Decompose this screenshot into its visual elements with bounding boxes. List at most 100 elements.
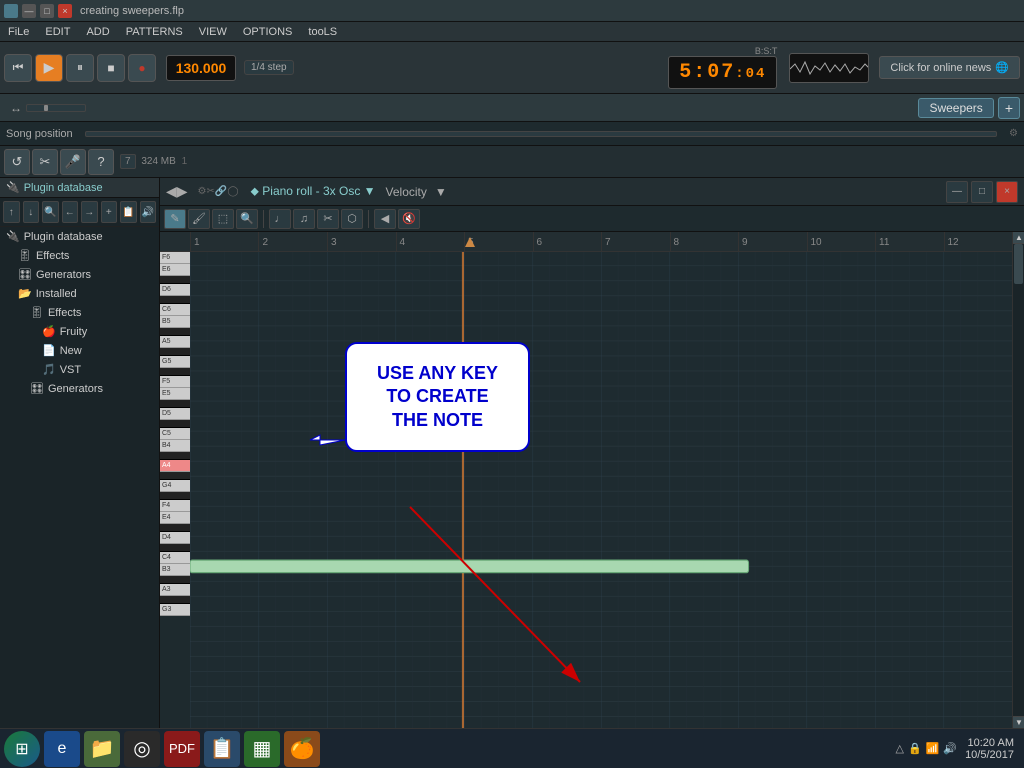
key-ab3[interactable] (160, 596, 190, 604)
key-eb4[interactable] (160, 524, 190, 532)
menu-patterns[interactable]: PATTERNS (122, 24, 187, 40)
key-g3[interactable]: G3 (160, 604, 190, 616)
sweepers-add-button[interactable]: + (998, 97, 1020, 119)
key-b4[interactable]: B4 (160, 440, 190, 452)
key-b3[interactable]: B3 (160, 564, 190, 576)
pr-tool-select[interactable]: ⬚ (212, 209, 234, 229)
nav-next[interactable]: → (81, 201, 98, 223)
sidebar-item-installed[interactable]: 📂 Installed (0, 284, 159, 303)
key-ab4[interactable] (160, 472, 190, 480)
sidebar-item-generators2[interactable]: 🎛 Generators (0, 379, 159, 398)
key-eb6[interactable] (160, 276, 190, 284)
sidebar-item-fruity[interactable]: 🍎 Fruity (0, 322, 159, 341)
taskbar-fruity[interactable]: 🍊 (284, 731, 320, 767)
nav-prev[interactable]: ← (62, 201, 79, 223)
key-c6[interactable]: C6 (160, 304, 190, 316)
pause-button[interactable]: ⏸ (66, 54, 94, 82)
key-b5[interactable]: B5 (160, 316, 190, 328)
close-button[interactable]: × (58, 4, 72, 18)
maximize-button[interactable]: □ (40, 4, 54, 18)
key-d5[interactable]: D5 (160, 408, 190, 420)
sidebar-item-new[interactable]: 📄 New (0, 341, 159, 360)
pr-close[interactable]: × (996, 181, 1018, 203)
pr-tool-cut[interactable]: ✂ (317, 209, 339, 229)
bpm-display[interactable]: 130.000 (166, 55, 236, 81)
key-a4[interactable]: A4 (160, 460, 190, 472)
key-fs4[interactable] (160, 492, 190, 500)
taskbar-ie[interactable]: e (44, 731, 80, 767)
pr-tool-zoom[interactable]: 🔍 (236, 209, 258, 229)
nav-copy[interactable]: 📋 (120, 201, 137, 223)
tool-refresh[interactable]: ↺ (4, 149, 30, 175)
key-cs5[interactable] (160, 420, 190, 428)
nav-search[interactable]: 🔍 (42, 201, 59, 223)
menu-tools[interactable]: tooLS (304, 24, 341, 40)
taskbar-app6[interactable]: ▦ (244, 731, 280, 767)
menu-view[interactable]: VIEW (195, 24, 231, 40)
sidebar-item-effects-1[interactable]: 🎚 Effects (0, 246, 159, 265)
pr-tool-cursor[interactable]: ✎ (164, 209, 186, 229)
key-bb4[interactable] (160, 452, 190, 460)
key-c5[interactable]: C5 (160, 428, 190, 440)
key-f5[interactable]: F5 (160, 376, 190, 388)
taskbar-app5[interactable]: 📋 (204, 731, 240, 767)
sidebar-item-plugin-database[interactable]: 🔌 Plugin database (0, 227, 159, 246)
play-button[interactable]: ▶ (35, 54, 63, 82)
tool-cut[interactable]: ✂ (32, 149, 58, 175)
pr-tool-note[interactable]: ♩ (269, 209, 291, 229)
minimize-button[interactable]: — (22, 4, 36, 18)
grid-content[interactable]: USE ANY KEY TO CREATE THE NOTE (190, 252, 1012, 728)
step-label[interactable]: 1/4 step (244, 60, 294, 75)
menu-options[interactable]: OPTIONS (239, 24, 297, 40)
menu-file[interactable]: FiLe (4, 24, 33, 40)
key-e5[interactable]: E5 (160, 388, 190, 400)
pr-tool-chord[interactable]: ♫ (293, 209, 315, 229)
nav-add[interactable]: + (101, 201, 118, 223)
nav-up[interactable]: ↑ (3, 201, 20, 223)
pr-tool-paint[interactable]: 🖌 (188, 209, 210, 229)
pr-maximize[interactable]: □ (971, 181, 993, 203)
menu-add[interactable]: ADD (82, 24, 113, 40)
scroll-down-button[interactable]: ▼ (1013, 716, 1024, 728)
key-g4[interactable]: G4 (160, 480, 190, 492)
online-news-button[interactable]: Click for online news 🌐 (879, 56, 1020, 79)
taskbar-explorer[interactable]: 📁 (84, 731, 120, 767)
key-e4[interactable]: E4 (160, 512, 190, 524)
key-bb5[interactable] (160, 328, 190, 336)
key-fs5[interactable] (160, 368, 190, 376)
pr-tool-glue[interactable]: ⬡ (341, 209, 363, 229)
record-button[interactable]: ● (128, 54, 156, 82)
key-e6[interactable]: E6 (160, 264, 190, 276)
start-button[interactable]: ⊞ (4, 731, 40, 767)
nav-audio[interactable]: 🔊 (140, 201, 157, 223)
key-cs4[interactable] (160, 544, 190, 552)
key-bb3[interactable] (160, 576, 190, 584)
key-c4[interactable]: C4 (160, 552, 190, 564)
nav-down[interactable]: ↓ (23, 201, 40, 223)
key-f4[interactable]: F4 (160, 500, 190, 512)
pr-tool-vol[interactable]: ◀ (374, 209, 396, 229)
scroll-track[interactable] (1013, 244, 1024, 716)
rewind-button[interactable]: ⏮ (4, 54, 32, 82)
stop-button[interactable]: ■ (97, 54, 125, 82)
scroll-up-button[interactable]: ▲ (1013, 232, 1024, 244)
key-g5[interactable]: G5 (160, 356, 190, 368)
tool-mic[interactable]: 🎤 (60, 149, 86, 175)
menu-edit[interactable]: EDIT (41, 24, 74, 40)
pr-tool-mute[interactable]: 🔇 (398, 209, 420, 229)
tool-help[interactable]: ? (88, 149, 114, 175)
key-d4[interactable]: D4 (160, 532, 190, 544)
vertical-scrollbar[interactable]: ▲ ▼ (1012, 232, 1024, 728)
taskbar-pdf[interactable]: PDF (164, 731, 200, 767)
key-eb5[interactable] (160, 400, 190, 408)
sidebar-item-effects-2[interactable]: 🎚 Effects (0, 303, 159, 322)
sidebar-item-vst[interactable]: 🎵 VST (0, 360, 159, 379)
pr-nav-icon[interactable]: ◀▶ (166, 183, 188, 200)
grid-area[interactable]: 123456789101112 (190, 232, 1012, 728)
key-ab5[interactable] (160, 348, 190, 356)
taskbar-chrome[interactable]: ◎ (124, 731, 160, 767)
key-a3[interactable]: A3 (160, 584, 190, 596)
piano-keys[interactable]: F6 E6 D6 C6 B5 (160, 232, 190, 728)
scroll-thumb[interactable] (1014, 244, 1023, 284)
velocity-label[interactable]: Velocity (386, 185, 427, 199)
